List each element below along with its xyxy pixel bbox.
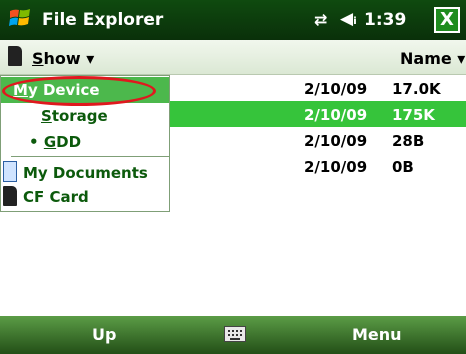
sort-by-button[interactable]: Name ▾ [400, 49, 465, 68]
file-date: 2/10/09 [304, 80, 368, 98]
document-icon [3, 161, 17, 182]
up-softkey[interactable]: Up [92, 325, 116, 344]
sd-card-icon [8, 46, 22, 66]
file-size: 17.0K [392, 80, 441, 98]
show-label-rest: how [43, 49, 81, 68]
menu-item-label: torage [51, 107, 108, 125]
highlight-circle [2, 76, 156, 106]
speaker-icon[interactable]: ◀ᵢ [340, 9, 357, 29]
cf-card-icon [3, 186, 17, 206]
menu-item-cf-card[interactable]: CF Card [1, 184, 169, 210]
menu-item-label: My Documents [23, 164, 148, 182]
chevron-down-icon: ▾ [86, 49, 95, 68]
menu-item-my-documents[interactable]: My Documents [1, 160, 169, 186]
menu-item-storage[interactable]: Storage [1, 103, 169, 129]
sort-label: Name [400, 49, 452, 68]
menu-separator [11, 156, 169, 157]
file-size: 175K [392, 106, 435, 124]
show-menu-button[interactable]: Show ▾ [32, 49, 94, 68]
file-date: 2/10/09 [304, 132, 368, 150]
data-arrows-icon[interactable]: ⇄ [314, 10, 327, 29]
file-size: 28B [392, 132, 425, 150]
toolbar: Show ▾ Name ▾ [0, 40, 466, 75]
bullet-icon: • [29, 133, 39, 151]
clock[interactable]: 1:39 [364, 10, 406, 30]
file-date: 2/10/09 [304, 158, 368, 176]
menu-accelerator: S [41, 107, 52, 125]
menu-accelerator: G [43, 133, 57, 151]
close-button[interactable]: X [434, 7, 460, 33]
file-size: 0B [392, 158, 414, 176]
menu-item-gdd[interactable]: • GDD [1, 129, 169, 155]
chevron-down-icon: ▾ [457, 49, 466, 68]
menu-softkey[interactable]: Menu [352, 325, 402, 344]
keyboard-icon[interactable] [224, 326, 246, 342]
softkey-bar: Up Menu [0, 316, 466, 354]
title-bar: File Explorer ⇄ ◀ᵢ 1:39 X [0, 0, 466, 40]
file-date: 2/10/09 [304, 106, 368, 124]
windows-logo-icon[interactable] [8, 6, 34, 32]
menu-item-label: CF Card [23, 188, 89, 206]
menu-item-label: DD [56, 133, 82, 151]
app-title: File Explorer [42, 10, 164, 30]
show-accelerator: S [32, 49, 44, 68]
